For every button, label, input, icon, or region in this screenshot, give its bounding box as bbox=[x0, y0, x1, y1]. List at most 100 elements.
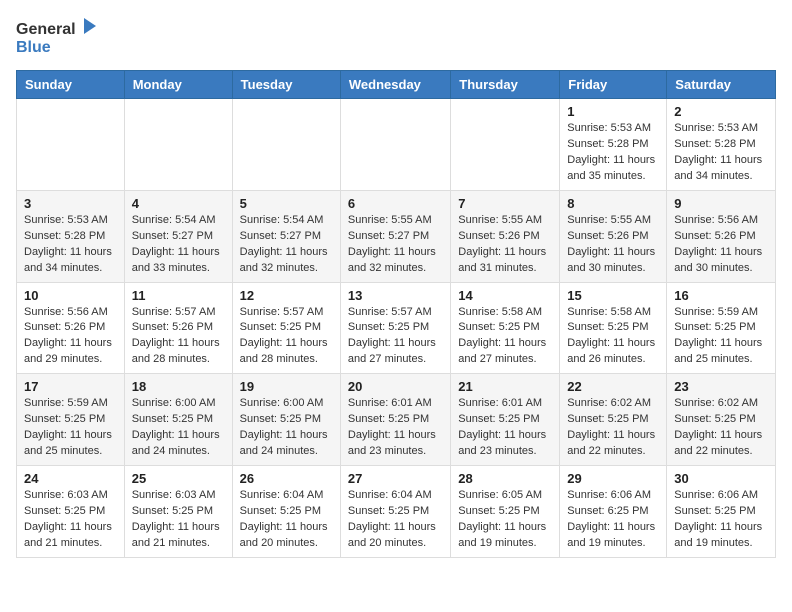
calendar-day-cell: 6 Sunrise: 5:55 AMSunset: 5:27 PMDaylight… bbox=[340, 190, 450, 282]
day-info: Sunrise: 6:01 AMSunset: 5:25 PMDaylight:… bbox=[458, 396, 552, 460]
calendar-day-cell: 22Sunrise: 6:02 AMSunset: 5:25 PMDayligh… bbox=[560, 374, 667, 466]
day-number: 18 bbox=[132, 379, 225, 394]
day-info: Sunrise: 6:03 AMSunset: 5:25 PMDaylight:… bbox=[132, 488, 225, 552]
day-info: Sunrise: 5:58 AMSunset: 5:25 PMDaylight:… bbox=[458, 305, 552, 369]
calendar-day-cell: 7 Sunrise: 5:55 AMSunset: 5:26 PMDaylight… bbox=[451, 190, 560, 282]
day-number: 3 bbox=[24, 196, 117, 211]
calendar-table: SundayMondayTuesdayWednesdayThursdayFrid… bbox=[16, 70, 776, 558]
calendar-day-cell: 4 Sunrise: 5:54 AMSunset: 5:27 PMDaylight… bbox=[124, 190, 232, 282]
day-number: 20 bbox=[348, 379, 443, 394]
day-number: 2 bbox=[674, 104, 768, 119]
logo-icon: GeneralBlue bbox=[16, 16, 106, 58]
day-number: 16 bbox=[674, 288, 768, 303]
weekday-header-monday: Monday bbox=[124, 71, 232, 99]
day-info: Sunrise: 6:04 AMSunset: 5:25 PMDaylight:… bbox=[348, 488, 443, 552]
calendar-day-cell: 2 Sunrise: 5:53 AMSunset: 5:28 PMDaylight… bbox=[667, 99, 776, 191]
weekday-header-wednesday: Wednesday bbox=[340, 71, 450, 99]
calendar-day-cell: 15Sunrise: 5:58 AMSunset: 5:25 PMDayligh… bbox=[560, 282, 667, 374]
calendar-day-cell: 16 Sunrise: 5:59 AMSunset: 5:25 PMDayligh… bbox=[667, 282, 776, 374]
calendar-day-cell: 13 Sunrise: 5:57 AMSunset: 5:25 PMDayligh… bbox=[340, 282, 450, 374]
day-info: Sunrise: 5:57 AMSunset: 5:25 PMDaylight:… bbox=[240, 305, 333, 369]
day-number: 26 bbox=[240, 471, 333, 486]
day-number: 27 bbox=[348, 471, 443, 486]
day-number: 9 bbox=[674, 196, 768, 211]
day-number: 6 bbox=[348, 196, 443, 211]
calendar-day-cell: 29 Sunrise: 6:06 AMSunset: 6:25 PMDayligh… bbox=[560, 466, 667, 558]
calendar-day-cell: 24 Sunrise: 6:03 AMSunset: 5:25 PMDayligh… bbox=[17, 466, 125, 558]
day-number: 24 bbox=[24, 471, 117, 486]
weekday-header-row: SundayMondayTuesdayWednesdayThursdayFrid… bbox=[17, 71, 776, 99]
day-info: Sunrise: 5:55 AMSunset: 5:26 PMDaylight:… bbox=[458, 213, 552, 277]
calendar-day-cell: 21Sunrise: 6:01 AMSunset: 5:25 PMDayligh… bbox=[451, 374, 560, 466]
day-info: Sunrise: 5:53 AMSunset: 5:28 PMDaylight:… bbox=[674, 121, 768, 185]
day-info: Sunrise: 5:57 AMSunset: 5:25 PMDaylight:… bbox=[348, 305, 443, 369]
day-info: Sunrise: 6:00 AMSunset: 5:25 PMDaylight:… bbox=[132, 396, 225, 460]
day-number: 19 bbox=[240, 379, 333, 394]
calendar-day-cell: 23 Sunrise: 6:02 AMSunset: 5:25 PMDayligh… bbox=[667, 374, 776, 466]
weekday-header-tuesday: Tuesday bbox=[232, 71, 340, 99]
calendar-day-cell: 11Sunrise: 5:57 AMSunset: 5:26 PMDayligh… bbox=[124, 282, 232, 374]
logo: GeneralBlue bbox=[16, 16, 106, 58]
day-info: Sunrise: 5:59 AMSunset: 5:25 PMDaylight:… bbox=[674, 305, 768, 369]
day-number: 17 bbox=[24, 379, 117, 394]
calendar-day-cell bbox=[232, 99, 340, 191]
calendar-day-cell: 8 Sunrise: 5:55 AMSunset: 5:26 PMDaylight… bbox=[560, 190, 667, 282]
calendar-week-row: 3 Sunrise: 5:53 AMSunset: 5:28 PMDaylight… bbox=[17, 190, 776, 282]
day-number: 5 bbox=[240, 196, 333, 211]
calendar-day-cell: 18 Sunrise: 6:00 AMSunset: 5:25 PMDayligh… bbox=[124, 374, 232, 466]
day-info: Sunrise: 6:02 AMSunset: 5:25 PMDaylight:… bbox=[567, 396, 659, 460]
day-info: Sunrise: 5:54 AMSunset: 5:27 PMDaylight:… bbox=[132, 213, 225, 277]
day-info: Sunrise: 5:53 AMSunset: 5:28 PMDaylight:… bbox=[24, 213, 117, 277]
day-info: Sunrise: 6:06 AMSunset: 6:25 PMDaylight:… bbox=[567, 488, 659, 552]
day-info: Sunrise: 5:55 AMSunset: 5:27 PMDaylight:… bbox=[348, 213, 443, 277]
day-info: Sunrise: 6:06 AMSunset: 5:25 PMDaylight:… bbox=[674, 488, 768, 552]
day-info: Sunrise: 6:03 AMSunset: 5:25 PMDaylight:… bbox=[24, 488, 117, 552]
day-info: Sunrise: 5:54 AMSunset: 5:27 PMDaylight:… bbox=[240, 213, 333, 277]
day-number: 8 bbox=[567, 196, 659, 211]
calendar-day-cell: 14 Sunrise: 5:58 AMSunset: 5:25 PMDayligh… bbox=[451, 282, 560, 374]
calendar-day-cell: 12 Sunrise: 5:57 AMSunset: 5:25 PMDayligh… bbox=[232, 282, 340, 374]
day-info: Sunrise: 6:01 AMSunset: 5:25 PMDaylight:… bbox=[348, 396, 443, 460]
page: GeneralBlue SundayMondayTuesdayWednesday… bbox=[0, 0, 792, 574]
day-info: Sunrise: 6:04 AMSunset: 5:25 PMDaylight:… bbox=[240, 488, 333, 552]
calendar-day-cell: 25 Sunrise: 6:03 AMSunset: 5:25 PMDayligh… bbox=[124, 466, 232, 558]
calendar-week-row: 17 Sunrise: 5:59 AMSunset: 5:25 PMDayligh… bbox=[17, 374, 776, 466]
day-info: Sunrise: 5:55 AMSunset: 5:26 PMDaylight:… bbox=[567, 213, 659, 277]
calendar-day-cell: 20 Sunrise: 6:01 AMSunset: 5:25 PMDayligh… bbox=[340, 374, 450, 466]
day-number: 7 bbox=[458, 196, 552, 211]
calendar-day-cell: 27 Sunrise: 6:04 AMSunset: 5:25 PMDayligh… bbox=[340, 466, 450, 558]
day-number: 29 bbox=[567, 471, 659, 486]
day-number: 4 bbox=[132, 196, 225, 211]
calendar-day-cell bbox=[17, 99, 125, 191]
day-info: Sunrise: 5:58 AMSunset: 5:25 PMDaylight:… bbox=[567, 305, 659, 369]
svg-text:Blue: Blue bbox=[16, 39, 51, 56]
calendar-day-cell: 30 Sunrise: 6:06 AMSunset: 5:25 PMDayligh… bbox=[667, 466, 776, 558]
day-number: 30 bbox=[674, 471, 768, 486]
day-info: Sunrise: 6:00 AMSunset: 5:25 PMDaylight:… bbox=[240, 396, 333, 460]
calendar-day-cell: 3 Sunrise: 5:53 AMSunset: 5:28 PMDaylight… bbox=[17, 190, 125, 282]
calendar-day-cell: 9Sunrise: 5:56 AMSunset: 5:26 PMDaylight… bbox=[667, 190, 776, 282]
day-info: Sunrise: 5:59 AMSunset: 5:25 PMDaylight:… bbox=[24, 396, 117, 460]
weekday-header-friday: Friday bbox=[560, 71, 667, 99]
calendar-day-cell bbox=[340, 99, 450, 191]
calendar-week-row: 1Sunrise: 5:53 AMSunset: 5:28 PMDaylight… bbox=[17, 99, 776, 191]
day-number: 23 bbox=[674, 379, 768, 394]
day-number: 13 bbox=[348, 288, 443, 303]
day-info: Sunrise: 5:53 AMSunset: 5:28 PMDaylight:… bbox=[567, 121, 659, 185]
weekday-header-saturday: Saturday bbox=[667, 71, 776, 99]
header: GeneralBlue bbox=[16, 16, 776, 58]
weekday-header-thursday: Thursday bbox=[451, 71, 560, 99]
day-number: 25 bbox=[132, 471, 225, 486]
weekday-header-sunday: Sunday bbox=[17, 71, 125, 99]
calendar-day-cell: 1Sunrise: 5:53 AMSunset: 5:28 PMDaylight… bbox=[560, 99, 667, 191]
calendar-day-cell bbox=[124, 99, 232, 191]
calendar-day-cell bbox=[451, 99, 560, 191]
calendar-day-cell: 17 Sunrise: 5:59 AMSunset: 5:25 PMDayligh… bbox=[17, 374, 125, 466]
day-number: 12 bbox=[240, 288, 333, 303]
day-number: 10 bbox=[24, 288, 117, 303]
calendar-day-cell: 19 Sunrise: 6:00 AMSunset: 5:25 PMDayligh… bbox=[232, 374, 340, 466]
day-number: 14 bbox=[458, 288, 552, 303]
calendar-week-row: 24 Sunrise: 6:03 AMSunset: 5:25 PMDayligh… bbox=[17, 466, 776, 558]
day-info: Sunrise: 6:02 AMSunset: 5:25 PMDaylight:… bbox=[674, 396, 768, 460]
calendar-day-cell: 5 Sunrise: 5:54 AMSunset: 5:27 PMDaylight… bbox=[232, 190, 340, 282]
